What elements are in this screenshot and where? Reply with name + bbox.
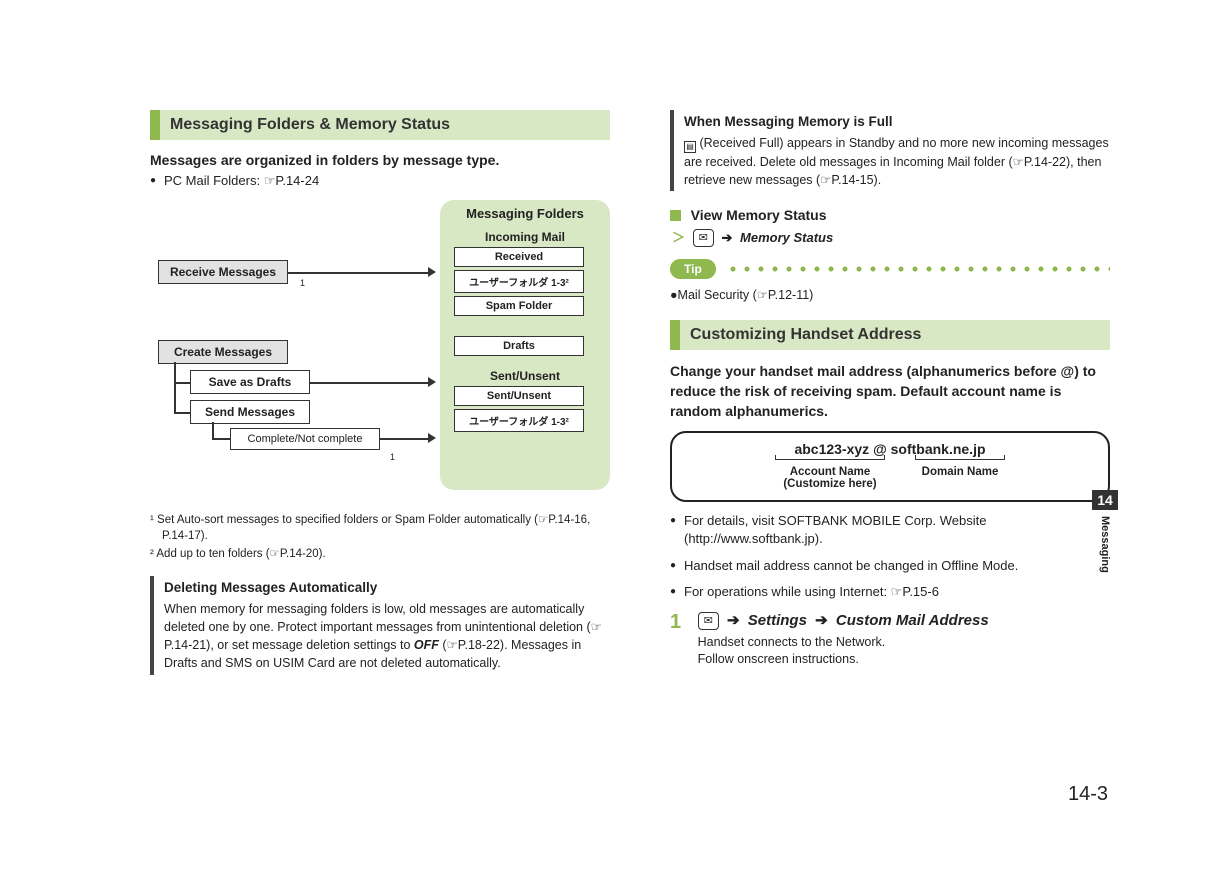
connector-line	[212, 438, 230, 440]
mail-key-icon: ✉	[698, 612, 719, 630]
address-parts: Account Name (Customize here) Domain Nam…	[692, 459, 1088, 490]
sent-unsent-box: Sent/Unsent	[454, 386, 584, 406]
domain-name-part: Domain Name	[915, 459, 1005, 490]
domain-name-label: Domain Name	[915, 466, 1005, 478]
account-name-part: Account Name (Customize here)	[775, 459, 885, 490]
incoming-mail-header: Incoming Mail	[454, 230, 596, 244]
tip-item: ●Mail Security (☞P.12-11)	[670, 287, 1110, 302]
step-sub-2: Follow onscreen instructions.	[698, 651, 1108, 669]
right-column: When Messaging Memory is Full ▤ (Receive…	[670, 110, 1110, 675]
connector-line	[174, 412, 190, 414]
offline-bullet: Handset mail address cannot be changed i…	[670, 557, 1110, 575]
page-content: Messaging Folders & Memory Status Messag…	[150, 110, 1080, 675]
off-label: OFF	[414, 638, 439, 652]
receive-messages-box: Receive Messages	[158, 260, 288, 284]
received-full-icon: ▤	[684, 141, 696, 153]
side-tab: 14 Messaging	[1092, 490, 1118, 582]
view-memory-label: View Memory Status	[691, 207, 827, 223]
pc-mail-bullet: PC Mail Folders: ☞P.14-24	[150, 172, 610, 190]
connector-line	[174, 382, 190, 384]
section-heading: Messaging Folders & Memory Status	[150, 110, 610, 140]
arrow-icon: ➔	[815, 612, 828, 629]
drafts-box: Drafts	[454, 336, 584, 356]
tip-dots-icon	[726, 266, 1110, 272]
footnote-marker-1: 1	[300, 278, 305, 288]
step-number: 1	[670, 611, 694, 634]
settings-label: Settings	[748, 612, 807, 629]
square-bullet-icon	[670, 210, 681, 221]
received-box: Received	[454, 247, 584, 267]
mail-key-icon: ✉	[693, 229, 714, 247]
deleting-messages-callout: Deleting Messages Automatically When mem…	[150, 576, 610, 674]
group-title: Messaging Folders	[440, 206, 610, 221]
internet-bullet: For operations while using Internet: ☞P.…	[670, 583, 1110, 601]
lead-text: Messages are organized in folders by mes…	[150, 152, 610, 168]
customize-here-label: (Customize here)	[775, 478, 885, 490]
details-bullet: For details, visit SOFTBANK MOBILE Corp.…	[670, 512, 1110, 548]
custom-mail-label: Custom Mail Address	[836, 612, 989, 629]
send-messages-box: Send Messages	[190, 400, 310, 424]
connector-line	[310, 382, 430, 384]
memory-status-step: ＞ ✉ ➔ Memory Status	[672, 227, 1110, 248]
section-heading: Customizing Handset Address	[670, 320, 1110, 350]
tip-badge: Tip	[670, 259, 716, 279]
account-name-label: Account Name	[775, 466, 885, 478]
footnote-2: ² Add up to ten folders (☞P.14-20).	[150, 546, 610, 562]
messaging-folders-group: Messaging Folders Incoming Mail Received…	[440, 200, 610, 490]
arrow-icon	[428, 267, 436, 277]
bracket-icon	[915, 459, 1005, 464]
footnote-marker-2: 1	[390, 452, 395, 462]
arrow-icon: ➔	[727, 612, 740, 629]
address-example: abc123-xyz @ softbank.ne.jp	[692, 441, 1088, 457]
arrow-icon	[428, 377, 436, 387]
arrow-icon: ➔	[721, 230, 732, 245]
sent-unsent-header: Sent/Unsent	[454, 369, 596, 383]
chapter-label: Messaging	[1099, 510, 1111, 579]
user-folder-2-box: ユーザーフォルダ 1-3²	[454, 409, 584, 432]
footnote-1: ¹ Set Auto-sort messages to specified fo…	[150, 512, 610, 544]
bracket-icon	[775, 459, 885, 464]
callout-body: (Received Full) appears in Standby and n…	[684, 136, 1109, 187]
memory-full-callout: When Messaging Memory is Full ▤ (Receive…	[670, 110, 1110, 191]
callout-title: When Messaging Memory is Full	[684, 112, 1110, 132]
lead-text: Change your handset mail address (alphan…	[670, 362, 1110, 421]
step-1: 1 ✉ ➔ Settings ➔ Custom Mail Address Han…	[670, 611, 1110, 669]
save-as-drafts-box: Save as Drafts	[190, 370, 310, 394]
memory-status-label: Memory Status	[740, 230, 833, 245]
step-main-line: ✉ ➔ Settings ➔ Custom Mail Address	[698, 611, 1108, 630]
step-sub-1: Handset connects to the Network.	[698, 634, 1108, 652]
left-column: Messaging Folders & Memory Status Messag…	[150, 110, 610, 675]
spam-folder-box: Spam Folder	[454, 296, 584, 316]
callout-title: Deleting Messages Automatically	[164, 578, 610, 598]
user-folder-1-box: ユーザーフォルダ 1-3²	[454, 270, 584, 293]
tip-row: Tip	[670, 259, 1110, 279]
page-number: 14-3	[1068, 783, 1108, 806]
connector-line	[174, 362, 176, 412]
complete-box: Complete/Not complete	[230, 428, 380, 450]
address-example-box: abc123-xyz @ softbank.ne.jp Account Name…	[670, 431, 1110, 502]
chapter-number: 14	[1092, 490, 1118, 510]
create-messages-box: Create Messages	[158, 340, 288, 364]
folders-diagram: Messaging Folders Incoming Mail Received…	[150, 200, 610, 500]
connector-line	[288, 272, 428, 274]
arrow-icon	[428, 433, 436, 443]
view-memory-heading: View Memory Status	[670, 207, 1110, 223]
connector-line	[380, 438, 428, 440]
chevron-icon: ＞	[672, 230, 685, 245]
